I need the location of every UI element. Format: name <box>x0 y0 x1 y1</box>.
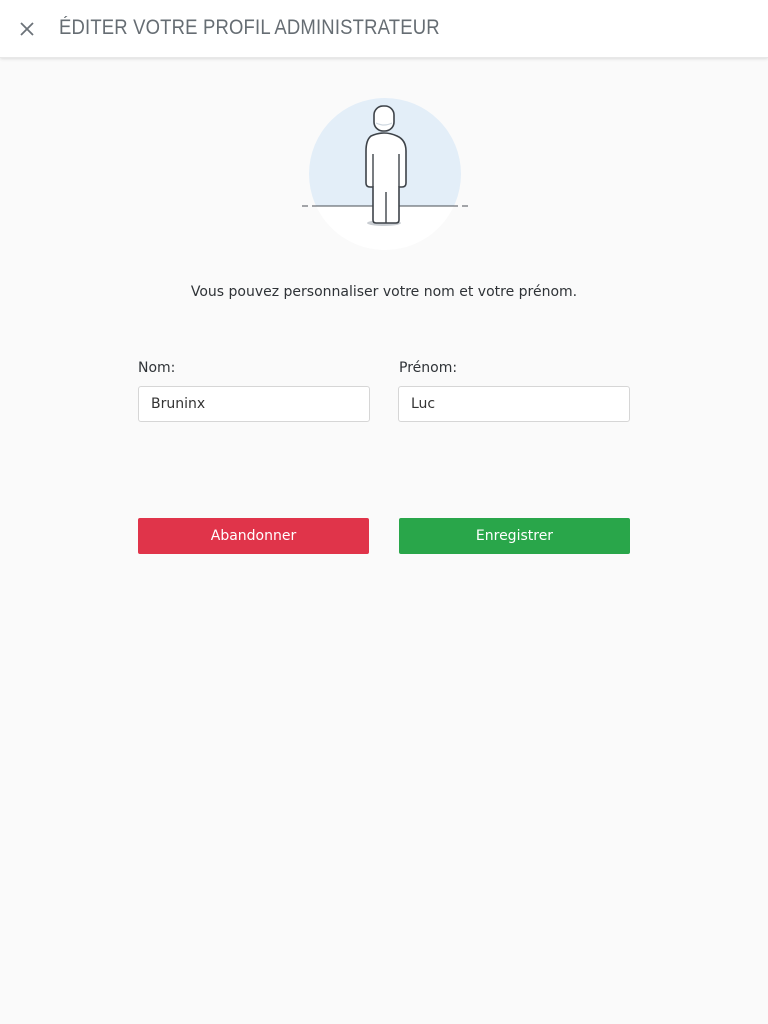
save-button[interactable]: Enregistrer <box>399 518 630 554</box>
header-bar: ÉDITER VOTRE PROFIL ADMINISTRATEUR <box>0 0 768 58</box>
last-name-input[interactable] <box>138 386 370 422</box>
profile-illustration <box>300 96 470 256</box>
first-name-input[interactable] <box>398 386 630 422</box>
page-title: ÉDITER VOTRE PROFIL ADMINISTRATEUR <box>59 16 440 39</box>
first-name-label: Prénom: <box>399 360 458 376</box>
person-standing-icon <box>302 98 468 250</box>
close-icon <box>20 22 34 36</box>
cancel-button[interactable]: Abandonner <box>138 518 369 554</box>
intro-text: Vous pouvez personnaliser votre nom et v… <box>190 284 578 300</box>
last-name-label: Nom: <box>138 360 176 376</box>
close-button[interactable] <box>14 16 40 42</box>
